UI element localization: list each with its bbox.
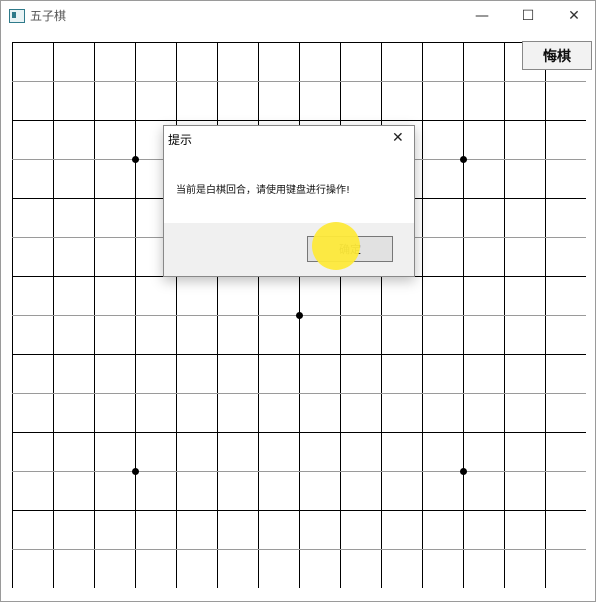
- alert-dialog: 提示 ✕ 当前是白棋回合，请使用键盘进行操作! 确定: [163, 125, 415, 277]
- app-window: 五子棋 — ☐ ✕ 悔棋 提示 ✕ 当前是白棋回合，请使用键盘进行操作! 确定: [0, 0, 596, 602]
- cursor-highlight: [312, 222, 360, 270]
- star-point: [132, 156, 139, 163]
- dialog-title: 提示: [168, 133, 193, 147]
- dialog-close-icon[interactable]: ✕: [392, 130, 404, 146]
- minimize-button[interactable]: —: [459, 1, 505, 31]
- star-point: [460, 156, 467, 163]
- maximize-button[interactable]: ☐: [505, 1, 551, 31]
- window-title: 五子棋: [30, 9, 67, 23]
- title-bar[interactable]: 五子棋 — ☐ ✕: [1, 1, 595, 31]
- dialog-message: 当前是白棋回合，请使用键盘进行操作!: [176, 185, 351, 196]
- star-point: [132, 468, 139, 475]
- gomoku-board[interactable]: [12, 42, 586, 588]
- app-icon: [9, 9, 25, 23]
- star-point: [296, 312, 303, 319]
- star-point: [460, 468, 467, 475]
- undo-button[interactable]: 悔棋: [522, 41, 592, 70]
- close-button[interactable]: ✕: [551, 1, 596, 31]
